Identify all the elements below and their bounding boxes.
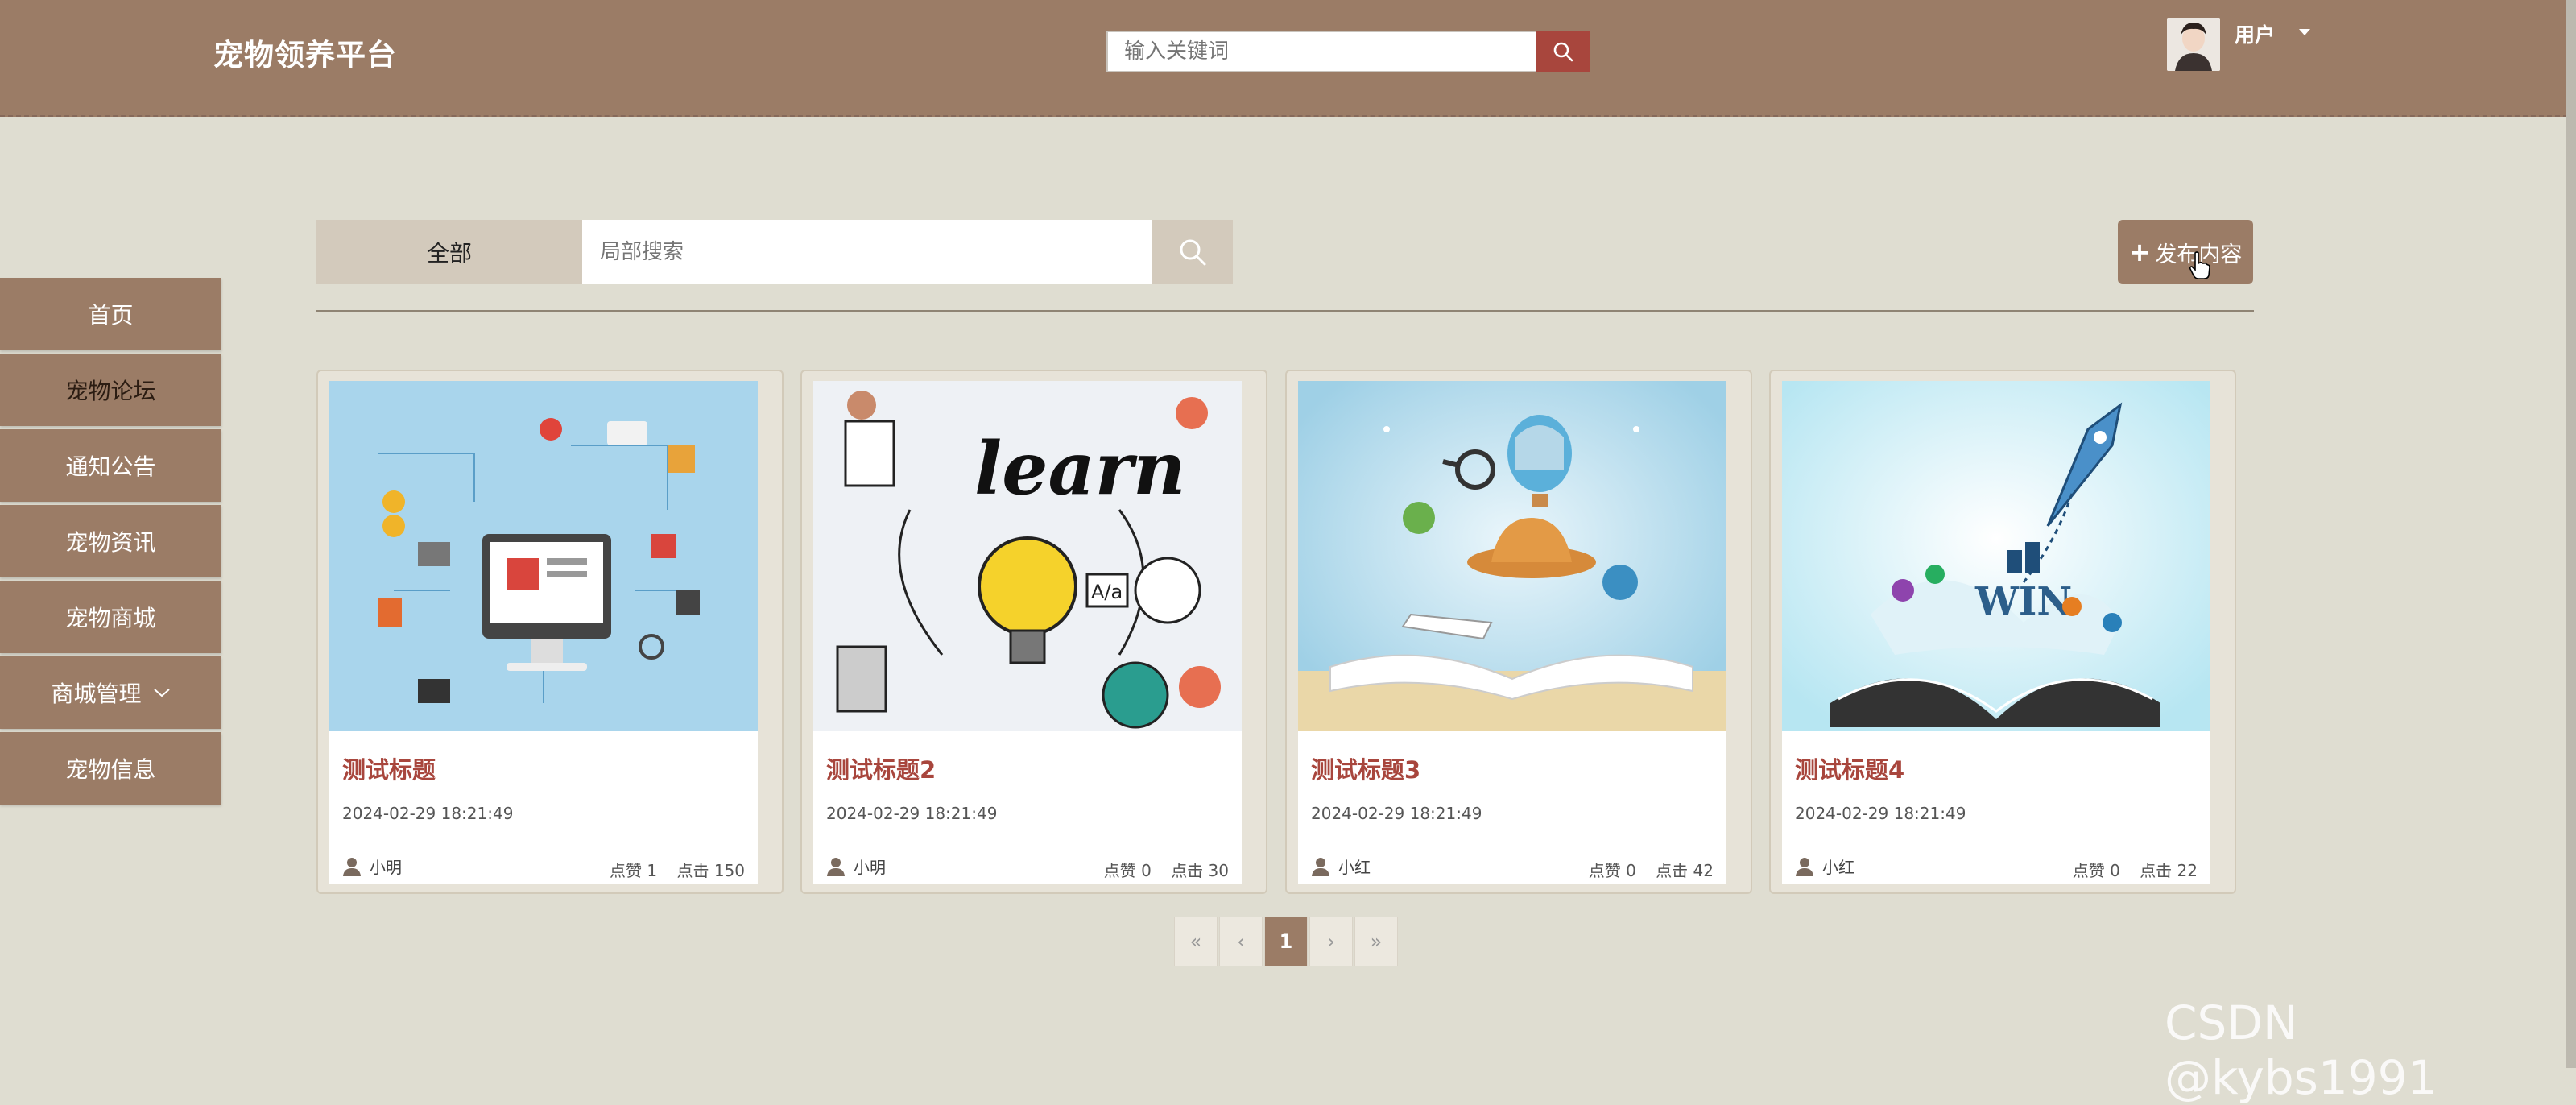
- like-count: 点赞 1: [610, 861, 658, 880]
- last-page-button[interactable]: »: [1354, 917, 1398, 966]
- sidebar-item-announcements[interactable]: 通知公告: [0, 429, 221, 502]
- click-count: 点击 42: [1656, 861, 1714, 880]
- like-count: 点赞 0: [2072, 861, 2120, 880]
- post-time: 2024-02-29 18:21:49: [342, 804, 514, 823]
- filter-bar: 全部: [316, 220, 1238, 284]
- pagination: « ‹ 1 › »: [1174, 917, 1400, 966]
- content-divider: [316, 310, 2254, 312]
- avatar[interactable]: [2167, 18, 2220, 71]
- post-card[interactable]: 测试标题3 2024-02-29 18:21:49 小红 点赞 0 点击 42: [1285, 370, 1752, 894]
- scrollbar-track[interactable]: [2566, 0, 2576, 1068]
- post-cover-image[interactable]: WIN: [1782, 381, 2210, 731]
- post-card[interactable]: WIN 测试标题4 2024-02-29 18:21:49 小红 点赞 0 点击…: [1769, 370, 2236, 894]
- sidebar-item-shop-management[interactable]: 商城管理: [0, 656, 221, 729]
- svg-text:learn: learn: [974, 426, 1186, 511]
- sidebar-item-pet-shop[interactable]: 宠物商城: [0, 581, 221, 653]
- like-count: 点赞 0: [1103, 861, 1152, 880]
- local-search-button[interactable]: [1152, 220, 1233, 284]
- header-search: [1106, 31, 1590, 72]
- post-time: 2024-02-29 18:21:49: [1795, 804, 1966, 823]
- post-card[interactable]: 测试标题 2024-02-29 18:21:49 小明 点赞 1 点击 150: [316, 370, 784, 894]
- prev-page-button[interactable]: ‹: [1219, 917, 1263, 966]
- caret-down-icon[interactable]: [2299, 29, 2310, 35]
- post-author: 小红: [1795, 855, 1854, 878]
- post-author: 小明: [342, 855, 402, 878]
- svg-text:A/a: A/a: [1091, 581, 1123, 603]
- header-search-input[interactable]: [1108, 32, 1559, 71]
- header-search-button[interactable]: [1536, 31, 1590, 72]
- click-count: 点击 30: [1171, 861, 1229, 880]
- post-cover-image[interactable]: [329, 381, 758, 731]
- like-count: 点赞 0: [1588, 861, 1636, 880]
- top-header: 宠物领养平台 用户: [0, 0, 2576, 117]
- user-icon: [343, 857, 361, 876]
- user-icon: [1796, 857, 1813, 876]
- publish-content-button[interactable]: + 发布内容: [2118, 220, 2253, 284]
- post-cover-image[interactable]: [1298, 381, 1726, 731]
- post-author: 小明: [826, 855, 886, 878]
- post-title[interactable]: 测试标题2: [826, 751, 936, 785]
- watermark: CSDN @kybs1991: [2165, 995, 2437, 1105]
- hand-cursor-icon: [2189, 251, 2210, 279]
- post-author: 小红: [1311, 855, 1371, 878]
- local-search-input[interactable]: [582, 220, 1152, 284]
- category-filter-all[interactable]: 全部: [316, 220, 582, 284]
- click-count: 点击 150: [676, 861, 745, 880]
- page-button-current[interactable]: 1: [1264, 917, 1308, 966]
- post-time: 2024-02-29 18:21:49: [1311, 804, 1482, 823]
- post-title[interactable]: 测试标题4: [1795, 751, 1904, 785]
- post-title[interactable]: 测试标题: [342, 751, 436, 785]
- sidebar: 首页 宠物论坛 通知公告 宠物资讯 宠物商城 商城管理 宠物信息: [0, 278, 221, 808]
- sidebar-item-home[interactable]: 首页: [0, 278, 221, 350]
- post-card[interactable]: learn A/a 测试标题2 2024-02-29 18:21:49 小明 点…: [800, 370, 1267, 894]
- chevron-down-icon: [153, 689, 170, 697]
- user-icon: [1312, 857, 1329, 876]
- next-page-button[interactable]: ›: [1309, 917, 1353, 966]
- search-icon: [1553, 42, 1573, 62]
- sidebar-item-pet-info[interactable]: 宠物信息: [0, 732, 221, 805]
- search-icon: [1180, 239, 1206, 266]
- post-stats: 点赞 0 点击 42: [1574, 858, 1714, 881]
- plus-icon: +: [2128, 237, 2151, 267]
- user-icon: [827, 857, 845, 876]
- site-logo[interactable]: 宠物领养平台: [213, 31, 397, 74]
- sidebar-item-pet-forum[interactable]: 宠物论坛: [0, 354, 221, 426]
- post-stats: 点赞 0 点击 30: [1090, 858, 1229, 881]
- post-title[interactable]: 测试标题3: [1311, 751, 1420, 785]
- post-cover-image[interactable]: learn A/a: [813, 381, 1242, 731]
- post-stats: 点赞 0 点击 22: [2058, 858, 2198, 881]
- post-stats: 点赞 1 点击 150: [595, 858, 745, 881]
- first-page-button[interactable]: «: [1174, 917, 1218, 966]
- user-menu-label[interactable]: 用户: [2235, 19, 2275, 48]
- click-count: 点击 22: [2140, 861, 2198, 880]
- sidebar-item-pet-news[interactable]: 宠物资讯: [0, 505, 221, 577]
- svg-text:WIN: WIN: [1974, 579, 2072, 624]
- post-time: 2024-02-29 18:21:49: [826, 804, 998, 823]
